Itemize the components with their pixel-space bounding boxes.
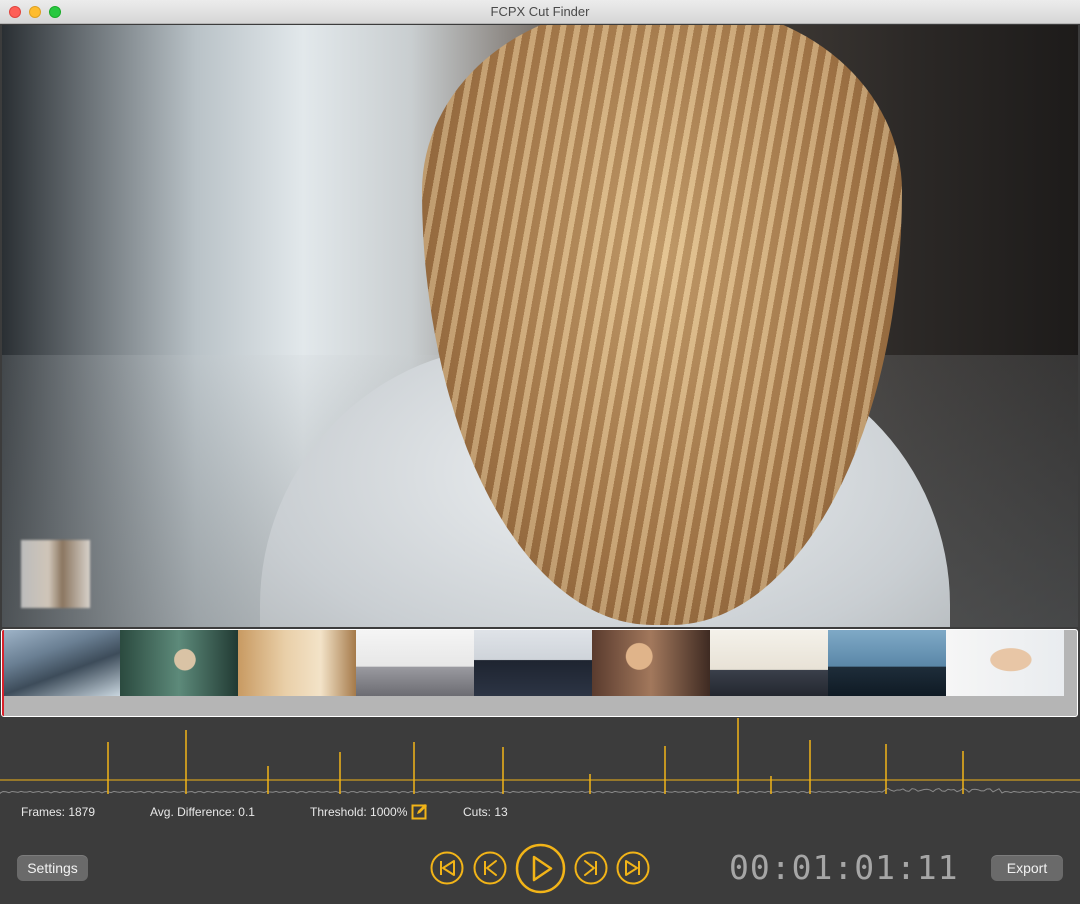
video-viewer (2, 25, 1078, 627)
filmstrip-frame[interactable] (356, 630, 474, 696)
next-icon[interactable] (574, 851, 608, 885)
title-bar: FCPX Cut Finder (0, 0, 1080, 24)
filmstrip-frame[interactable] (2, 630, 120, 696)
difference-noise (0, 787, 1080, 794)
avg-difference: Avg. Difference: 0.1 (150, 805, 255, 819)
filmstrip-frame[interactable] (946, 630, 1064, 696)
settings-button[interactable]: Settings (17, 855, 88, 881)
window-title: FCPX Cut Finder (490, 4, 590, 19)
export-button[interactable]: Export (991, 855, 1063, 881)
filmstrip-frame[interactable] (120, 630, 238, 696)
playhead[interactable] (2, 630, 4, 716)
filmstrip[interactable] (1, 629, 1078, 717)
preview-thumbnail (21, 540, 90, 608)
difference-graph[interactable] (0, 718, 1080, 796)
filmstrip-frames (2, 630, 1077, 696)
edit-icon[interactable] (411, 802, 429, 820)
frames-count: Frames: 1879 (21, 805, 96, 819)
cuts-count: Cuts: 13 (463, 805, 508, 819)
skip-to-end-icon[interactable] (616, 851, 650, 885)
filmstrip-frame[interactable] (592, 630, 710, 696)
skip-to-start-icon[interactable] (430, 851, 464, 885)
stats-bar: Frames: 1879 Avg. Difference: 0.1 Thresh… (0, 803, 1080, 823)
filmstrip-frame[interactable] (710, 630, 828, 696)
filmstrip-frame[interactable] (828, 630, 946, 696)
timecode-display: 00:01:01:11 (729, 848, 959, 887)
filmstrip-frame[interactable] (238, 630, 356, 696)
play-icon[interactable] (515, 843, 566, 894)
previous-icon[interactable] (473, 851, 507, 885)
threshold-value: Threshold: 1000% (310, 805, 408, 819)
filmstrip-frame[interactable] (474, 630, 592, 696)
